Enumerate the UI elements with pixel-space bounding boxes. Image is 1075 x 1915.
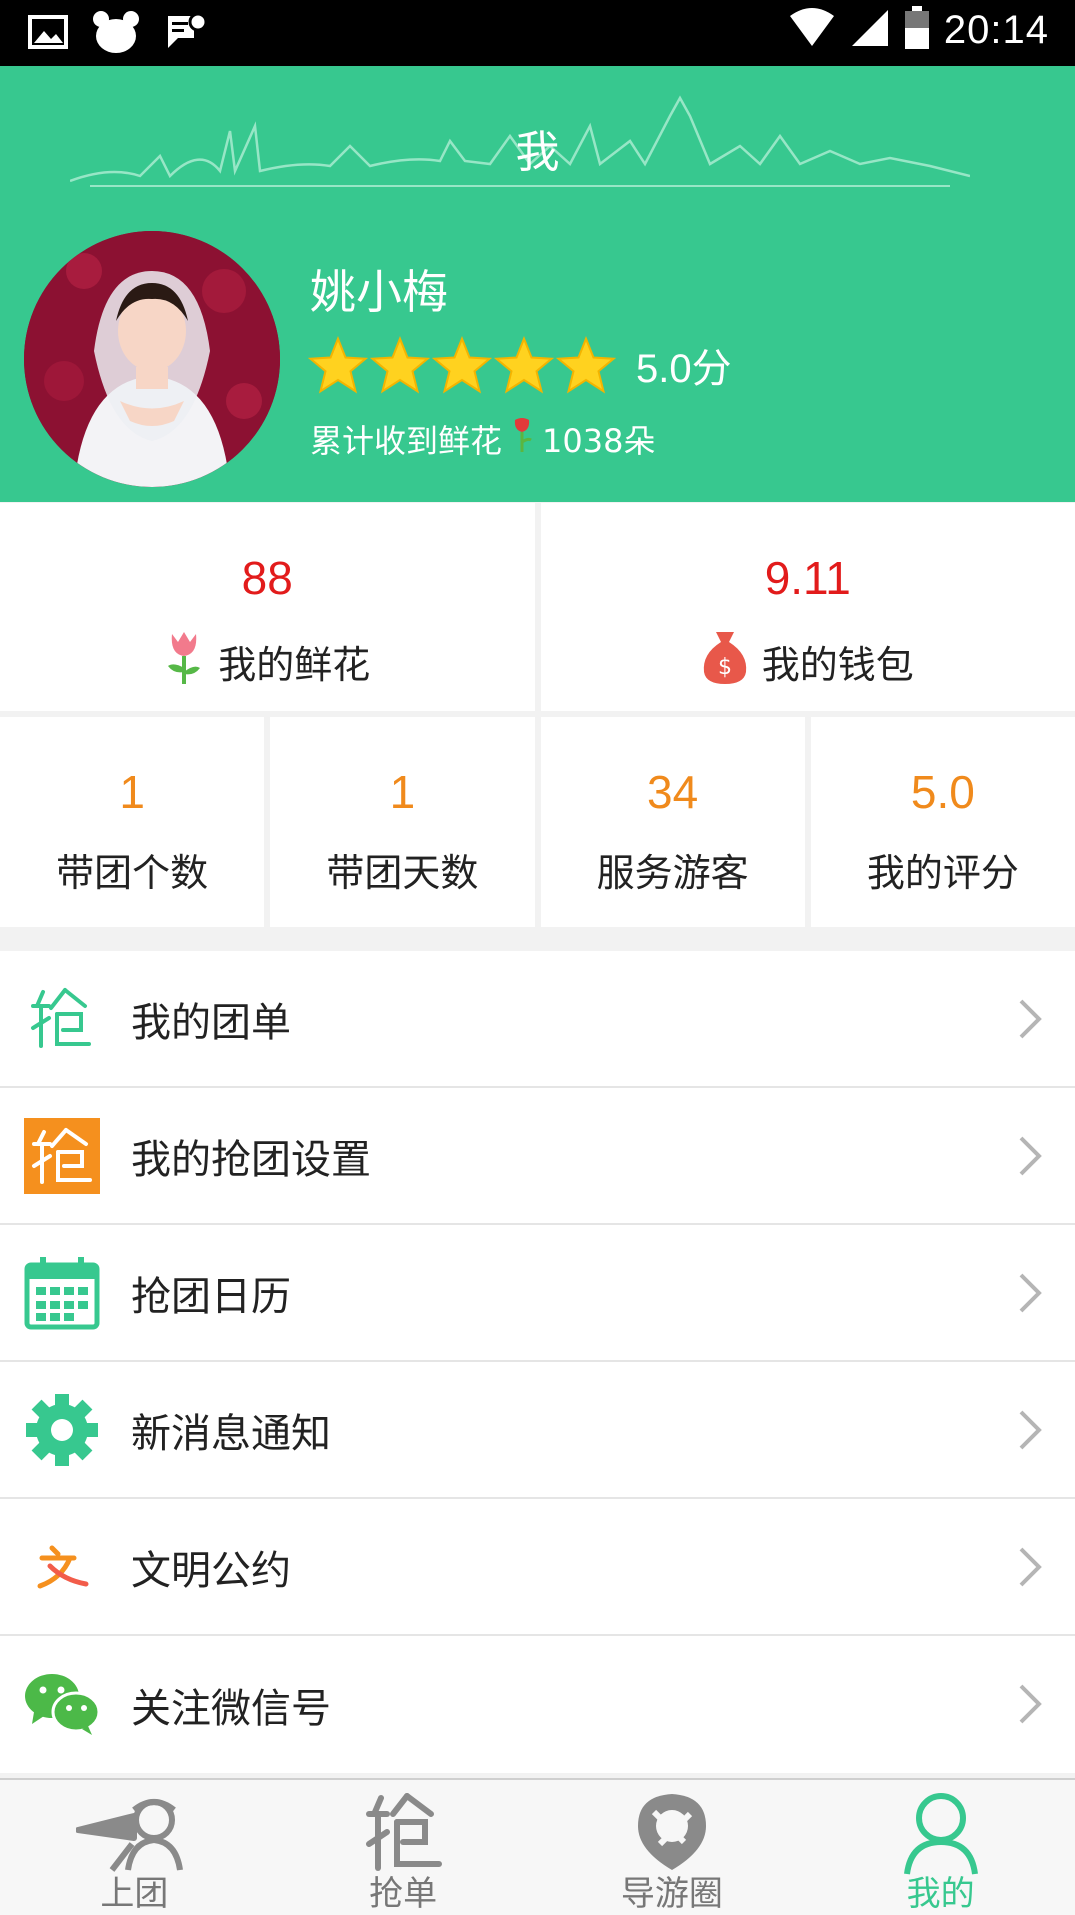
stat-label: 带团天数 xyxy=(326,851,479,895)
calendar-icon xyxy=(24,1255,100,1331)
flowers-label: 我的鲜花 xyxy=(218,643,371,687)
tab-mine[interactable]: 我的 xyxy=(806,1780,1075,1915)
menu-item-my-tour-orders[interactable]: 我的团单 xyxy=(0,951,1075,1088)
menu-label: 关注微信号 xyxy=(131,1685,331,1732)
wechat-icon xyxy=(24,1666,100,1742)
stat-value: 1 xyxy=(389,766,416,818)
settings-menu: 我的团单 我的抢团设置 抢团日历 新消息通知 文明公约 关注微信号 xyxy=(0,951,1075,1773)
my-wallet-card[interactable]: 9.11 $ 我的钱包 xyxy=(540,503,1075,711)
tab-label: 我的 xyxy=(906,1874,975,1914)
stat-value: 1 xyxy=(119,766,145,818)
tab-grab-order[interactable]: 抢单 xyxy=(269,1780,538,1915)
menu-item-grab-settings[interactable]: 我的抢团设置 xyxy=(0,1088,1075,1225)
menu-label: 文明公约 xyxy=(131,1547,291,1594)
wallet-label: 我的钱包 xyxy=(761,643,914,687)
chevron-right-icon xyxy=(1017,1134,1043,1182)
flowers-value: 88 xyxy=(241,552,293,604)
stat-label: 带团个数 xyxy=(56,851,209,895)
profile-header: 我 姚小梅 5.0分 累计收到鲜花 1038朵 xyxy=(0,66,1075,502)
bottom-tab-bar: 上团 抢单 导游圈 我的 xyxy=(0,1778,1075,1915)
chevron-right-icon xyxy=(1017,1408,1043,1456)
page-title: 我 xyxy=(515,127,560,178)
avatar[interactable] xyxy=(24,231,280,487)
chevron-right-icon xyxy=(1017,1271,1043,1319)
stat-value: 34 xyxy=(647,766,699,818)
grab-settings-icon xyxy=(24,1118,100,1194)
grab-icon xyxy=(24,981,100,1057)
flowers-received-count: 1038朵 xyxy=(542,422,656,460)
message-icon xyxy=(164,12,208,56)
wifi-icon xyxy=(788,8,836,52)
image-icon xyxy=(28,15,68,53)
stat-tourists-served[interactable]: 34 服务游客 xyxy=(540,717,805,927)
status-bar: 20:14 xyxy=(0,0,1075,66)
tab-tour[interactable]: 上团 xyxy=(0,1780,269,1915)
stats-row: 1 带团个数 1 带团天数 34 服务游客 5.0 我的评分 xyxy=(0,717,1075,927)
signal-icon xyxy=(850,8,890,52)
profile-name: 姚小梅 xyxy=(310,265,448,319)
stat-my-rating[interactable]: 5.0 我的评分 xyxy=(810,717,1075,927)
star-icon xyxy=(370,336,430,394)
menu-item-follow-wechat[interactable]: 关注微信号 xyxy=(0,1636,1075,1773)
tab-guide-circle[interactable]: 导游圈 xyxy=(538,1780,807,1915)
menu-item-grab-calendar[interactable]: 抢团日历 xyxy=(0,1225,1075,1362)
bear-icon xyxy=(92,10,140,58)
tour-guide-icon xyxy=(75,1792,192,1876)
summary-row: 88 我的鲜花 9.11 $ 我的钱包 xyxy=(0,503,1075,711)
menu-item-new-message-notification[interactable]: 新消息通知 xyxy=(0,1362,1075,1499)
flowers-received-label: 累计收到鲜花 xyxy=(310,422,503,460)
tab-label: 抢单 xyxy=(369,1874,438,1914)
stat-value: 5.0 xyxy=(910,766,975,818)
wallet-value: 9.11 xyxy=(764,552,851,604)
menu-label: 我的团单 xyxy=(131,999,291,1046)
star-icon xyxy=(308,336,368,394)
guide-circle-icon xyxy=(634,1792,710,1876)
clock: 20:14 xyxy=(943,7,1049,52)
star-icon xyxy=(556,336,616,394)
tab-label: 上团 xyxy=(100,1874,169,1914)
menu-item-civility-convention[interactable]: 文明公约 xyxy=(0,1499,1075,1636)
chevron-right-icon xyxy=(1017,1682,1043,1730)
flower-icon xyxy=(164,628,204,695)
my-flowers-card[interactable]: 88 我的鲜花 xyxy=(0,503,535,711)
star-icon xyxy=(494,336,554,394)
money-bag-icon: $ xyxy=(702,628,748,695)
chevron-right-icon xyxy=(1017,1545,1043,1593)
rating-stars: 5.0分 xyxy=(308,336,732,394)
menu-label: 新消息通知 xyxy=(131,1410,331,1457)
flowers-received: 累计收到鲜花 1038朵 xyxy=(310,416,655,462)
stat-tour-days[interactable]: 1 带团天数 xyxy=(270,717,535,927)
star-icon xyxy=(432,336,492,394)
tab-label: 导游圈 xyxy=(620,1874,723,1914)
chevron-right-icon xyxy=(1017,997,1043,1045)
gear-icon xyxy=(24,1392,100,1468)
rating-score: 5.0分 xyxy=(636,347,732,391)
menu-label: 我的抢团设置 xyxy=(131,1136,371,1183)
battery-icon xyxy=(904,6,930,54)
menu-label: 抢团日历 xyxy=(131,1273,291,1320)
rose-icon xyxy=(510,416,534,462)
grab-order-icon xyxy=(363,1792,443,1876)
civility-icon xyxy=(24,1529,100,1605)
stat-label: 服务游客 xyxy=(596,851,749,895)
stat-tour-count[interactable]: 1 带团个数 xyxy=(0,717,265,927)
svg-text:$: $ xyxy=(718,655,732,680)
stat-label: 我的评分 xyxy=(866,851,1019,895)
